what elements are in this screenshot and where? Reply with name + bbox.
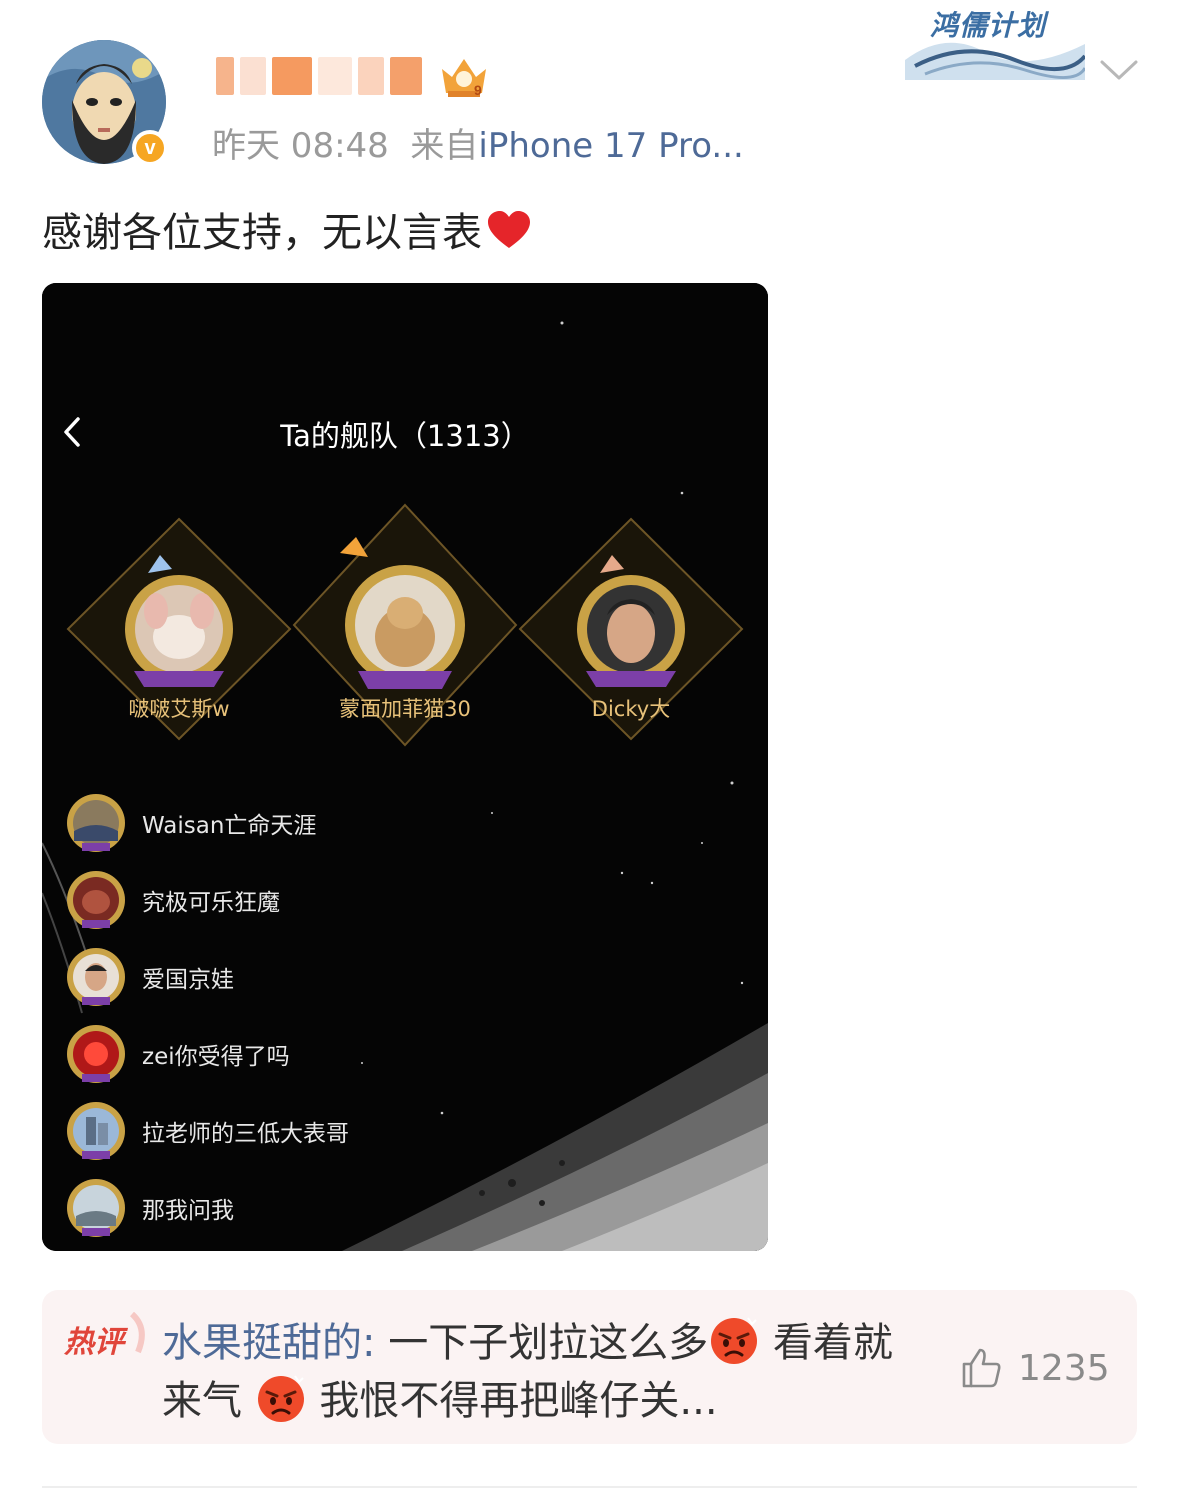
member-avatar bbox=[67, 871, 125, 929]
top-member-name: 蒙面加菲猫30 bbox=[339, 697, 471, 721]
member-name: 爱国京娃 bbox=[142, 967, 234, 993]
campaign-label[interactable]: 鸿儒计划 bbox=[930, 4, 1046, 44]
member-row[interactable]: Waisan亡命天涯 bbox=[64, 791, 316, 855]
post-body: 感谢各位支持，无以言表 bbox=[42, 210, 482, 256]
top-member-name: Dicky大 bbox=[591, 697, 671, 721]
top-member-name: 啵啵艾斯w bbox=[128, 697, 230, 721]
member-avatar bbox=[67, 794, 125, 852]
like-count: 1235 bbox=[1018, 1347, 1110, 1389]
angry-face-icon bbox=[711, 1317, 758, 1364]
member-name: 究极可乐狂魔 bbox=[142, 890, 280, 916]
svg-text:9: 9 bbox=[474, 82, 482, 98]
comment-part-1: 一下子划拉这么多 bbox=[375, 1320, 709, 1366]
blurred-name-part bbox=[358, 57, 384, 95]
verified-badge-icon: v bbox=[132, 130, 168, 166]
post-source[interactable]: iPhone 17 Pro... bbox=[478, 126, 743, 166]
blurred-name-part bbox=[240, 57, 266, 95]
divider bbox=[42, 1486, 1137, 1488]
member-avatar bbox=[67, 1179, 125, 1237]
member-row[interactable]: 爱国京娃 bbox=[64, 945, 234, 1009]
member-avatar bbox=[67, 1025, 125, 1083]
blurred-name-part bbox=[318, 57, 352, 95]
comment-part-3: 我恨不得再把峰仔关... bbox=[306, 1378, 718, 1424]
member-row[interactable]: zei你受得了吗 bbox=[64, 1022, 290, 1086]
like-button[interactable]: 1235 bbox=[960, 1346, 1110, 1390]
heart-icon bbox=[488, 211, 530, 248]
post-meta: 昨天 08:48 来自iPhone 17 Pro... bbox=[212, 118, 744, 167]
member-avatar bbox=[67, 948, 125, 1006]
hot-comment-text: 水果挺甜的: 一下子划拉这么多 看着就来气 我恨不得再把峰仔关... bbox=[162, 1314, 922, 1430]
member-name: zei你受得了吗 bbox=[142, 1044, 290, 1070]
author-name[interactable]: 9 bbox=[216, 54, 490, 98]
blurred-name-part bbox=[272, 57, 312, 95]
post-image[interactable]: Ta的舰队（1313） 啵啵艾斯w 蒙面加菲猫30 Dicky大 Waisan亡… bbox=[42, 283, 768, 1251]
thumbs-up-icon bbox=[962, 1348, 1001, 1388]
member-name: 那我问我 bbox=[142, 1198, 234, 1224]
member-row[interactable]: 究极可乐狂魔 bbox=[64, 868, 280, 932]
member-avatar bbox=[67, 1102, 125, 1160]
chevron-down-icon[interactable] bbox=[1098, 54, 1140, 84]
post-text: 感谢各位支持，无以言表 bbox=[42, 200, 532, 258]
author-avatar[interactable]: v bbox=[42, 40, 168, 166]
comment-author[interactable]: 水果挺甜的: bbox=[162, 1320, 375, 1366]
member-row[interactable]: 拉老师的三低大表哥 bbox=[64, 1099, 349, 1163]
hot-comment-tag-icon: 热评 bbox=[63, 1312, 145, 1360]
blurred-name-part bbox=[390, 57, 422, 95]
hot-comment[interactable]: 热评 水果挺甜的: 一下子划拉这么多 看着就来气 我恨不得再把峰仔关... 12… bbox=[42, 1290, 1137, 1444]
hot-tag-label: 热评 bbox=[63, 1325, 129, 1360]
post-time: 昨天 08:48 bbox=[212, 126, 389, 166]
source-prefix: 来自 bbox=[410, 126, 479, 166]
fleet-title: Ta的舰队（1313） bbox=[280, 419, 530, 453]
member-name: 拉老师的三低大表哥 bbox=[142, 1121, 349, 1147]
crown-vip-icon[interactable]: 9 bbox=[438, 53, 490, 99]
angry-face-icon bbox=[257, 1375, 304, 1422]
blurred-name-part bbox=[216, 57, 234, 95]
member-name: Waisan亡命天涯 bbox=[142, 813, 317, 839]
member-row[interactable]: 那我问我 bbox=[64, 1176, 234, 1240]
